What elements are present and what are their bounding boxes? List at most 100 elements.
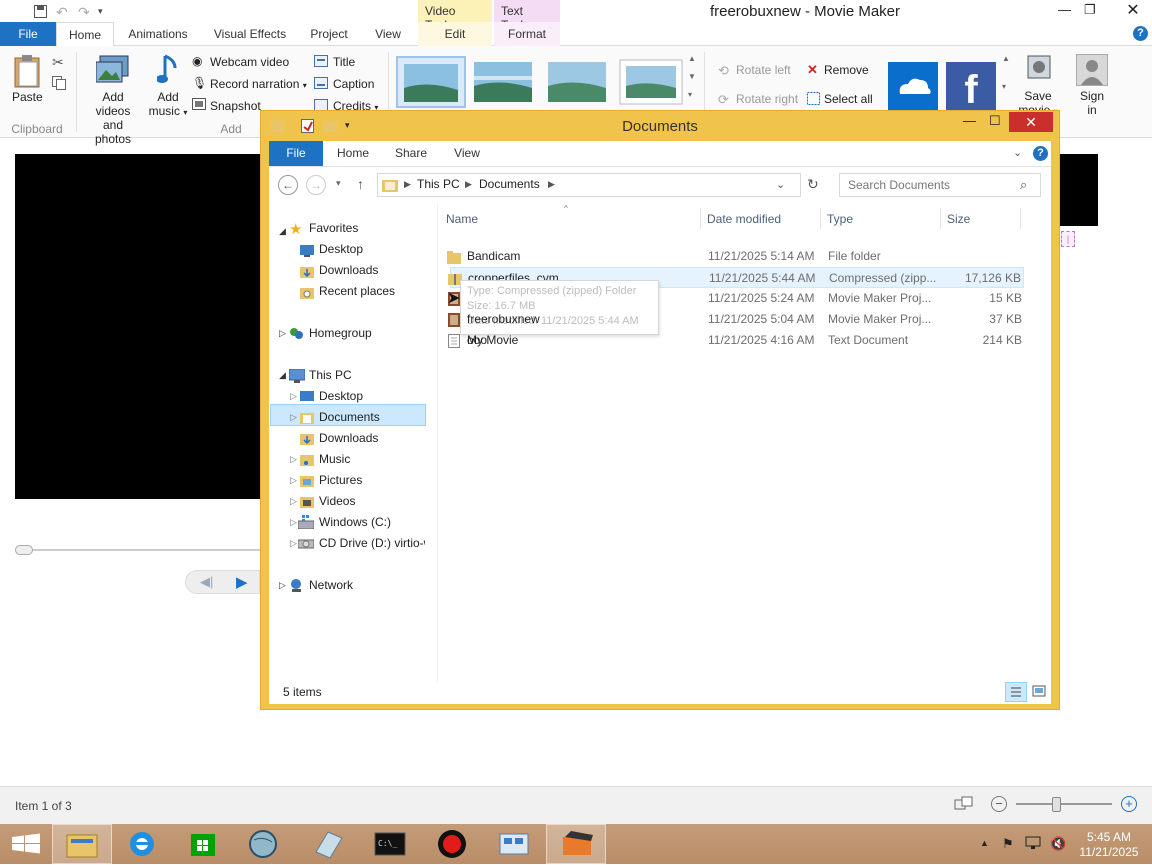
file-row[interactable]: Bandicam 11/21/2025 5:14 AM File folder: [447, 246, 1024, 267]
column-size[interactable]: Size: [947, 212, 970, 226]
nav-pc-downloads[interactable]: Downloads: [319, 428, 378, 449]
store-icon[interactable]: [172, 824, 232, 864]
expand-icon[interactable]: ▷: [290, 538, 297, 549]
explorer-maximize-icon[interactable]: ☐: [989, 113, 1001, 129]
clock[interactable]: 5:45 AM 11/21/2025: [1072, 830, 1146, 860]
tab-project[interactable]: Project: [304, 22, 354, 46]
title-button[interactable]: Title: [333, 55, 355, 69]
theme-thumbnail-2[interactable]: [470, 56, 536, 108]
forward-icon[interactable]: →: [306, 175, 326, 195]
expand-icon[interactable]: ▷: [279, 580, 286, 591]
explorer-help-icon[interactable]: ?: [1033, 146, 1048, 161]
undo-icon[interactable]: ↶: [56, 4, 68, 21]
chevron-right-icon[interactable]: ▶: [548, 179, 555, 190]
nav-favorites[interactable]: Favorites: [309, 218, 358, 239]
search-box[interactable]: Search Documents ⌕: [839, 173, 1041, 197]
theme-thumbnail-4[interactable]: [618, 56, 684, 108]
refresh-icon[interactable]: ↻: [807, 176, 819, 193]
record-icon[interactable]: [422, 824, 482, 864]
chevron-right-icon[interactable]: ▶: [465, 179, 472, 190]
sign-in-button[interactable]: Sign in: [1072, 89, 1112, 117]
nav-fav-recent[interactable]: Recent places: [319, 281, 395, 302]
notepad-icon[interactable]: [298, 824, 358, 864]
expand-ribbon-icon[interactable]: ⌄: [1013, 146, 1022, 159]
large-icons-view-icon[interactable]: [1029, 682, 1051, 702]
redo-icon[interactable]: ↷: [78, 4, 90, 21]
copy-icon[interactable]: [52, 76, 66, 90]
add-music-button[interactable]: Add music ▾: [148, 90, 188, 120]
tab-file[interactable]: File: [0, 22, 56, 46]
text-caption-marker[interactable]: |: [1061, 231, 1075, 247]
seek-thumb[interactable]: [15, 545, 33, 555]
expand-icon[interactable]: ▷: [290, 517, 297, 528]
tab-edit[interactable]: Edit: [418, 22, 492, 46]
file-name[interactable]: freerobuxnew: [467, 309, 540, 330]
explorer-tab-share[interactable]: Share: [389, 141, 433, 166]
paste-button[interactable]: Paste: [12, 90, 43, 104]
close-icon[interactable]: ✕: [1113, 0, 1152, 22]
caption-button[interactable]: Caption: [333, 77, 374, 91]
nav-fav-downloads[interactable]: Downloads: [319, 260, 378, 281]
recent-locations-icon[interactable]: ▾: [336, 178, 341, 189]
command-prompt-icon[interactable]: C:\_: [360, 824, 420, 864]
nav-pc-windows-c[interactable]: Windows (C:): [319, 512, 391, 533]
nav-fav-desktop[interactable]: Desktop: [319, 239, 363, 260]
start-button[interactable]: [0, 824, 52, 864]
volume-muted-icon[interactable]: 🔇: [1050, 836, 1066, 852]
column-name[interactable]: Name: [446, 212, 478, 226]
record-narration-button[interactable]: Record narration ▾: [210, 77, 307, 93]
address-history-icon[interactable]: ⌄: [776, 178, 785, 191]
onedrive-icon[interactable]: [888, 62, 938, 112]
share-more-icon[interactable]: ▾: [1002, 82, 1006, 91]
remove-button[interactable]: Remove: [824, 63, 869, 77]
nav-pc-documents[interactable]: Documents: [319, 407, 380, 428]
nav-network[interactable]: Network: [309, 575, 353, 596]
explorer-tab-view[interactable]: View: [445, 141, 489, 166]
flag-icon[interactable]: ⚑: [1002, 836, 1014, 852]
expand-icon[interactable]: ▷: [290, 496, 297, 507]
nav-pc-music[interactable]: Music: [319, 449, 350, 470]
breadcrumb-documents[interactable]: Documents: [479, 177, 540, 191]
expand-icon[interactable]: ▷: [290, 391, 297, 402]
column-date-modified[interactable]: Date modified: [707, 212, 781, 226]
share-up-icon[interactable]: ▲: [1002, 54, 1010, 63]
column-type[interactable]: Type: [827, 212, 853, 226]
explorer-close-button[interactable]: ✕: [1009, 112, 1053, 132]
zoom-out-icon[interactable]: −: [991, 796, 1007, 812]
webcam-video-button[interactable]: Webcam video: [210, 55, 289, 69]
search-placeholder[interactable]: Search Documents: [848, 178, 950, 192]
expand-icon[interactable]: ▷: [290, 475, 297, 486]
show-hidden-icons[interactable]: ▲: [980, 838, 989, 848]
network-tray-icon[interactable]: [1025, 836, 1041, 850]
quick-access-dropdown-icon[interactable]: ▾: [98, 6, 103, 17]
select-all-button[interactable]: Select all: [824, 92, 873, 106]
nav-homegroup[interactable]: Homegroup: [309, 323, 372, 344]
gallery-down-icon[interactable]: ▼: [688, 72, 696, 81]
nav-pc-pictures[interactable]: Pictures: [319, 470, 362, 491]
file-name[interactable]: My Movie: [467, 330, 518, 351]
file-name[interactable]: Bandicam: [467, 246, 520, 267]
save-icon[interactable]: [34, 5, 47, 18]
tab-format[interactable]: Format: [494, 22, 560, 46]
nav-this-pc[interactable]: This PC: [309, 365, 352, 386]
expand-collapse-icon[interactable]: ◢: [279, 226, 286, 237]
previous-frame-icon[interactable]: ◀|: [200, 574, 213, 590]
minimize-icon[interactable]: —: [1058, 2, 1071, 17]
search-icon[interactable]: ⌕: [1020, 177, 1027, 193]
details-view-icon[interactable]: [1005, 682, 1027, 702]
maximize-icon[interactable]: ❐: [1084, 2, 1096, 18]
rotate-right-button[interactable]: Rotate right: [736, 92, 798, 106]
add-videos-button[interactable]: Add videos and photos: [84, 90, 142, 146]
rotate-left-button[interactable]: Rotate left: [736, 63, 791, 77]
tab-home[interactable]: Home: [56, 22, 114, 47]
movie-maker-taskbar-icon[interactable]: [546, 824, 606, 864]
snapshot-button[interactable]: Snapshot: [210, 99, 261, 113]
explorer-tab-file[interactable]: File: [269, 141, 323, 166]
address-bar[interactable]: ▶ This PC ▶ Documents ▶ ⌄: [377, 173, 801, 197]
help-icon[interactable]: ?: [1133, 26, 1148, 41]
gallery-more-icon[interactable]: ▾: [688, 90, 692, 99]
cut-icon[interactable]: ✂: [52, 54, 64, 71]
theme-thumbnail-1[interactable]: [396, 56, 466, 108]
zoom-slider[interactable]: [1016, 803, 1112, 805]
expand-icon[interactable]: ▷: [290, 412, 297, 423]
